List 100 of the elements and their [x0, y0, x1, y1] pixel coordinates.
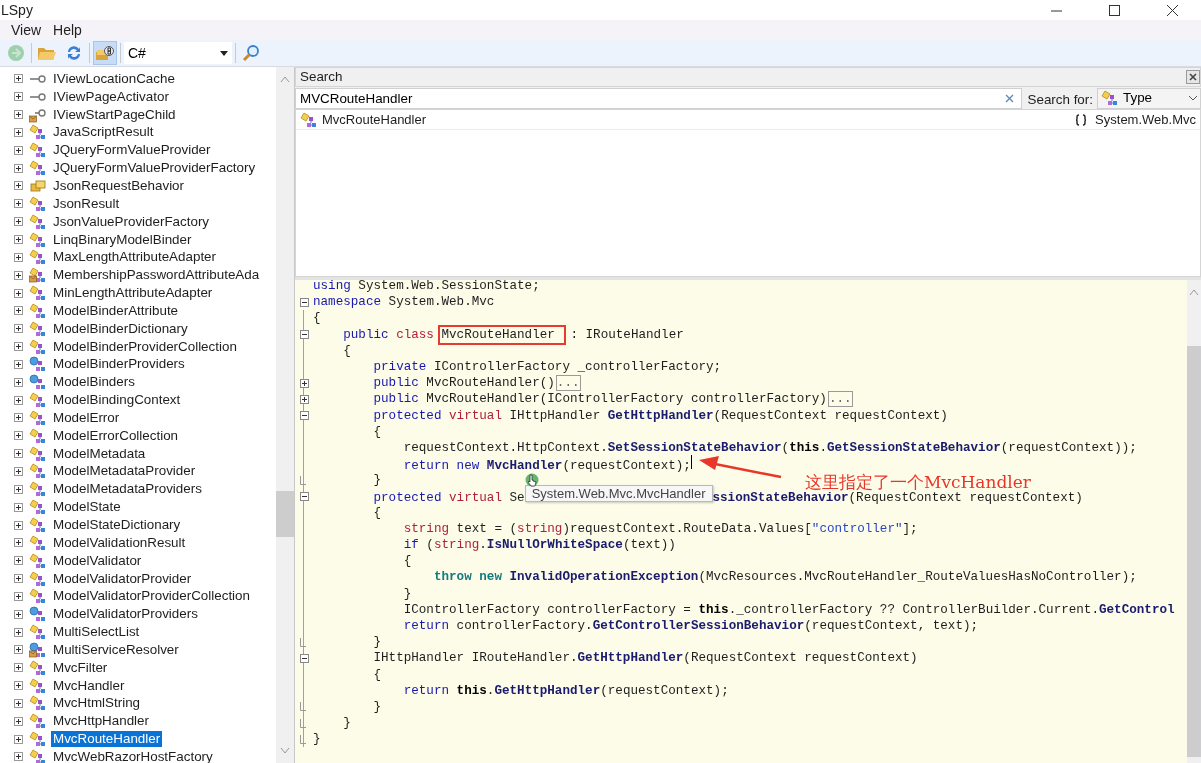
tree-item[interactable]: ModelMetadataProvider — [51, 463, 198, 480]
expand-icon[interactable] — [299, 378, 309, 388]
expand-icon[interactable] — [299, 394, 309, 404]
collapsed-block[interactable]: ... — [555, 375, 581, 392]
tree-item[interactable]: JsonValueProviderFactory — [51, 213, 212, 230]
collapsed-block[interactable]: ... — [827, 391, 853, 408]
expand-icon[interactable] — [14, 556, 23, 566]
tree-item[interactable]: MembershipPasswordAttributeAda — [51, 267, 262, 284]
scrollbar[interactable] — [276, 67, 294, 763]
expand-icon[interactable] — [14, 127, 23, 137]
expand-icon[interactable] — [14, 681, 23, 691]
tree-item[interactable]: JavaScriptResult — [51, 124, 156, 141]
collapse-icon[interactable] — [299, 297, 309, 307]
expand-icon[interactable] — [14, 467, 23, 476]
tree-item[interactable]: ModelBinderProviders — [51, 356, 187, 373]
tree-item[interactable]: ModelValidatorProviderCollection — [51, 588, 252, 605]
tree-item[interactable]: ModelBinders — [51, 374, 137, 391]
collapse-icon[interactable] — [299, 653, 309, 663]
expand-icon[interactable] — [14, 413, 23, 423]
tree-item[interactable]: MvcHandler — [51, 677, 127, 694]
expand-icon[interactable] — [14, 324, 23, 334]
tree-item[interactable]: IViewStartPageChild — [51, 106, 178, 123]
tree-item[interactable]: ModelBinderDictionary — [51, 320, 190, 337]
expand-icon[interactable] — [14, 377, 23, 387]
expand-icon[interactable] — [14, 627, 23, 637]
tree-item[interactable]: ModelValidatorProvider — [51, 570, 194, 587]
expand-icon[interactable] — [14, 538, 23, 548]
tree-item[interactable]: MinLengthAttributeAdapter — [51, 285, 215, 302]
tree-item[interactable]: ModelBinderAttribute — [51, 302, 181, 319]
menu-item[interactable]: View — [6, 19, 47, 41]
expand-icon[interactable] — [14, 359, 23, 369]
close-button[interactable] — [1186, 70, 1200, 84]
type-dropdown[interactable]: Type — [1097, 87, 1201, 109]
tree-item[interactable]: MaxLengthAttributeAdapter — [51, 249, 219, 266]
tree-item[interactable]: JsonResult — [51, 195, 122, 212]
expand-icon[interactable] — [14, 235, 23, 244]
tree-item[interactable]: JsonRequestBehavior — [51, 178, 186, 194]
tree-item[interactable]: LinqBinaryModelBinder — [51, 231, 194, 248]
tree-item[interactable]: MultiSelectList — [51, 624, 142, 641]
expand-icon[interactable] — [14, 609, 23, 619]
tree-item[interactable]: MvcHttpHandler — [51, 713, 151, 730]
expand-icon[interactable] — [14, 181, 23, 191]
class-icon — [29, 320, 47, 337]
expand-icon[interactable] — [14, 288, 23, 298]
expand-icon[interactable] — [14, 645, 23, 655]
tree-item[interactable]: ModelMetadata — [51, 445, 148, 462]
expand-icon[interactable] — [14, 698, 23, 708]
expand-icon[interactable] — [14, 716, 23, 726]
tree-item[interactable]: ModelErrorCollection — [51, 427, 181, 444]
tree-item[interactable]: ModelMetadataProviders — [51, 481, 204, 498]
expand-icon[interactable] — [14, 270, 23, 280]
expand-icon[interactable] — [14, 306, 23, 316]
expand-icon[interactable] — [14, 252, 23, 262]
expand-icon[interactable] — [14, 502, 23, 512]
expand-icon[interactable] — [14, 734, 23, 744]
tree-item[interactable]: ModelBinderProviderCollection — [51, 338, 239, 355]
expand-icon[interactable] — [14, 663, 23, 673]
expand-icon[interactable] — [14, 145, 23, 155]
menu-item[interactable]: Help — [48, 19, 87, 41]
tree-item[interactable]: JQueryFormValueProviderFactory — [51, 160, 258, 177]
collapse-icon[interactable] — [299, 492, 309, 502]
toggle-button[interactable] — [93, 41, 117, 65]
collapse-icon[interactable] — [299, 411, 309, 421]
tree-item[interactable]: IViewLocationCache — [51, 70, 177, 87]
tree-item[interactable]: MvcFilter — [51, 659, 110, 676]
search-field[interactable]: MVCRouteHandler — [295, 87, 1022, 109]
expand-icon[interactable] — [14, 752, 23, 762]
class-icon — [29, 534, 47, 551]
tree-item[interactable]: ModelError — [51, 409, 122, 426]
expand-icon[interactable] — [14, 520, 23, 530]
expand-icon[interactable] — [14, 199, 23, 209]
expand-icon[interactable] — [14, 92, 23, 102]
expand-icon[interactable] — [14, 574, 23, 584]
expand-icon[interactable] — [14, 342, 23, 352]
tree-item[interactable]: MvcHtmlString — [51, 695, 143, 712]
tree-item[interactable]: ModelValidatorProviders — [51, 606, 200, 623]
expand-icon[interactable] — [14, 110, 23, 120]
tree-item[interactable]: ModelValidator — [51, 552, 144, 569]
expand-icon[interactable] — [14, 449, 23, 459]
expand-icon[interactable] — [14, 395, 23, 405]
expand-icon[interactable] — [14, 591, 23, 601]
expand-icon[interactable] — [14, 431, 23, 441]
language-dropdown[interactable]: C# — [124, 42, 232, 64]
expand-icon[interactable] — [14, 74, 23, 84]
clear-icon[interactable] — [1004, 93, 1014, 103]
expand-icon[interactable] — [14, 217, 23, 227]
tree-item[interactable]: MvcRouteHandler — [51, 731, 163, 748]
tree-item[interactable]: MvcWebRazorHostFactory — [51, 749, 215, 763]
expand-icon[interactable] — [14, 484, 23, 494]
tree-item[interactable]: ModelState — [51, 499, 123, 516]
scroll-thumb[interactable] — [276, 491, 294, 537]
tree-item[interactable]: MultiServiceResolver — [51, 641, 181, 658]
tree-item[interactable]: IViewPageActivator — [51, 88, 171, 105]
tree-item[interactable]: JQueryFormValueProvider — [51, 142, 213, 159]
expand-icon[interactable] — [14, 163, 23, 173]
tree-item[interactable]: ModelStateDictionary — [51, 517, 183, 533]
tree-item[interactable]: ModelBindingContext — [51, 392, 183, 409]
result-row[interactable]: MvcRouteHandler System.Web.Mvc — [296, 110, 1200, 130]
collapse-icon[interactable] — [299, 330, 309, 340]
tree-item[interactable]: ModelValidationResult — [51, 534, 188, 551]
